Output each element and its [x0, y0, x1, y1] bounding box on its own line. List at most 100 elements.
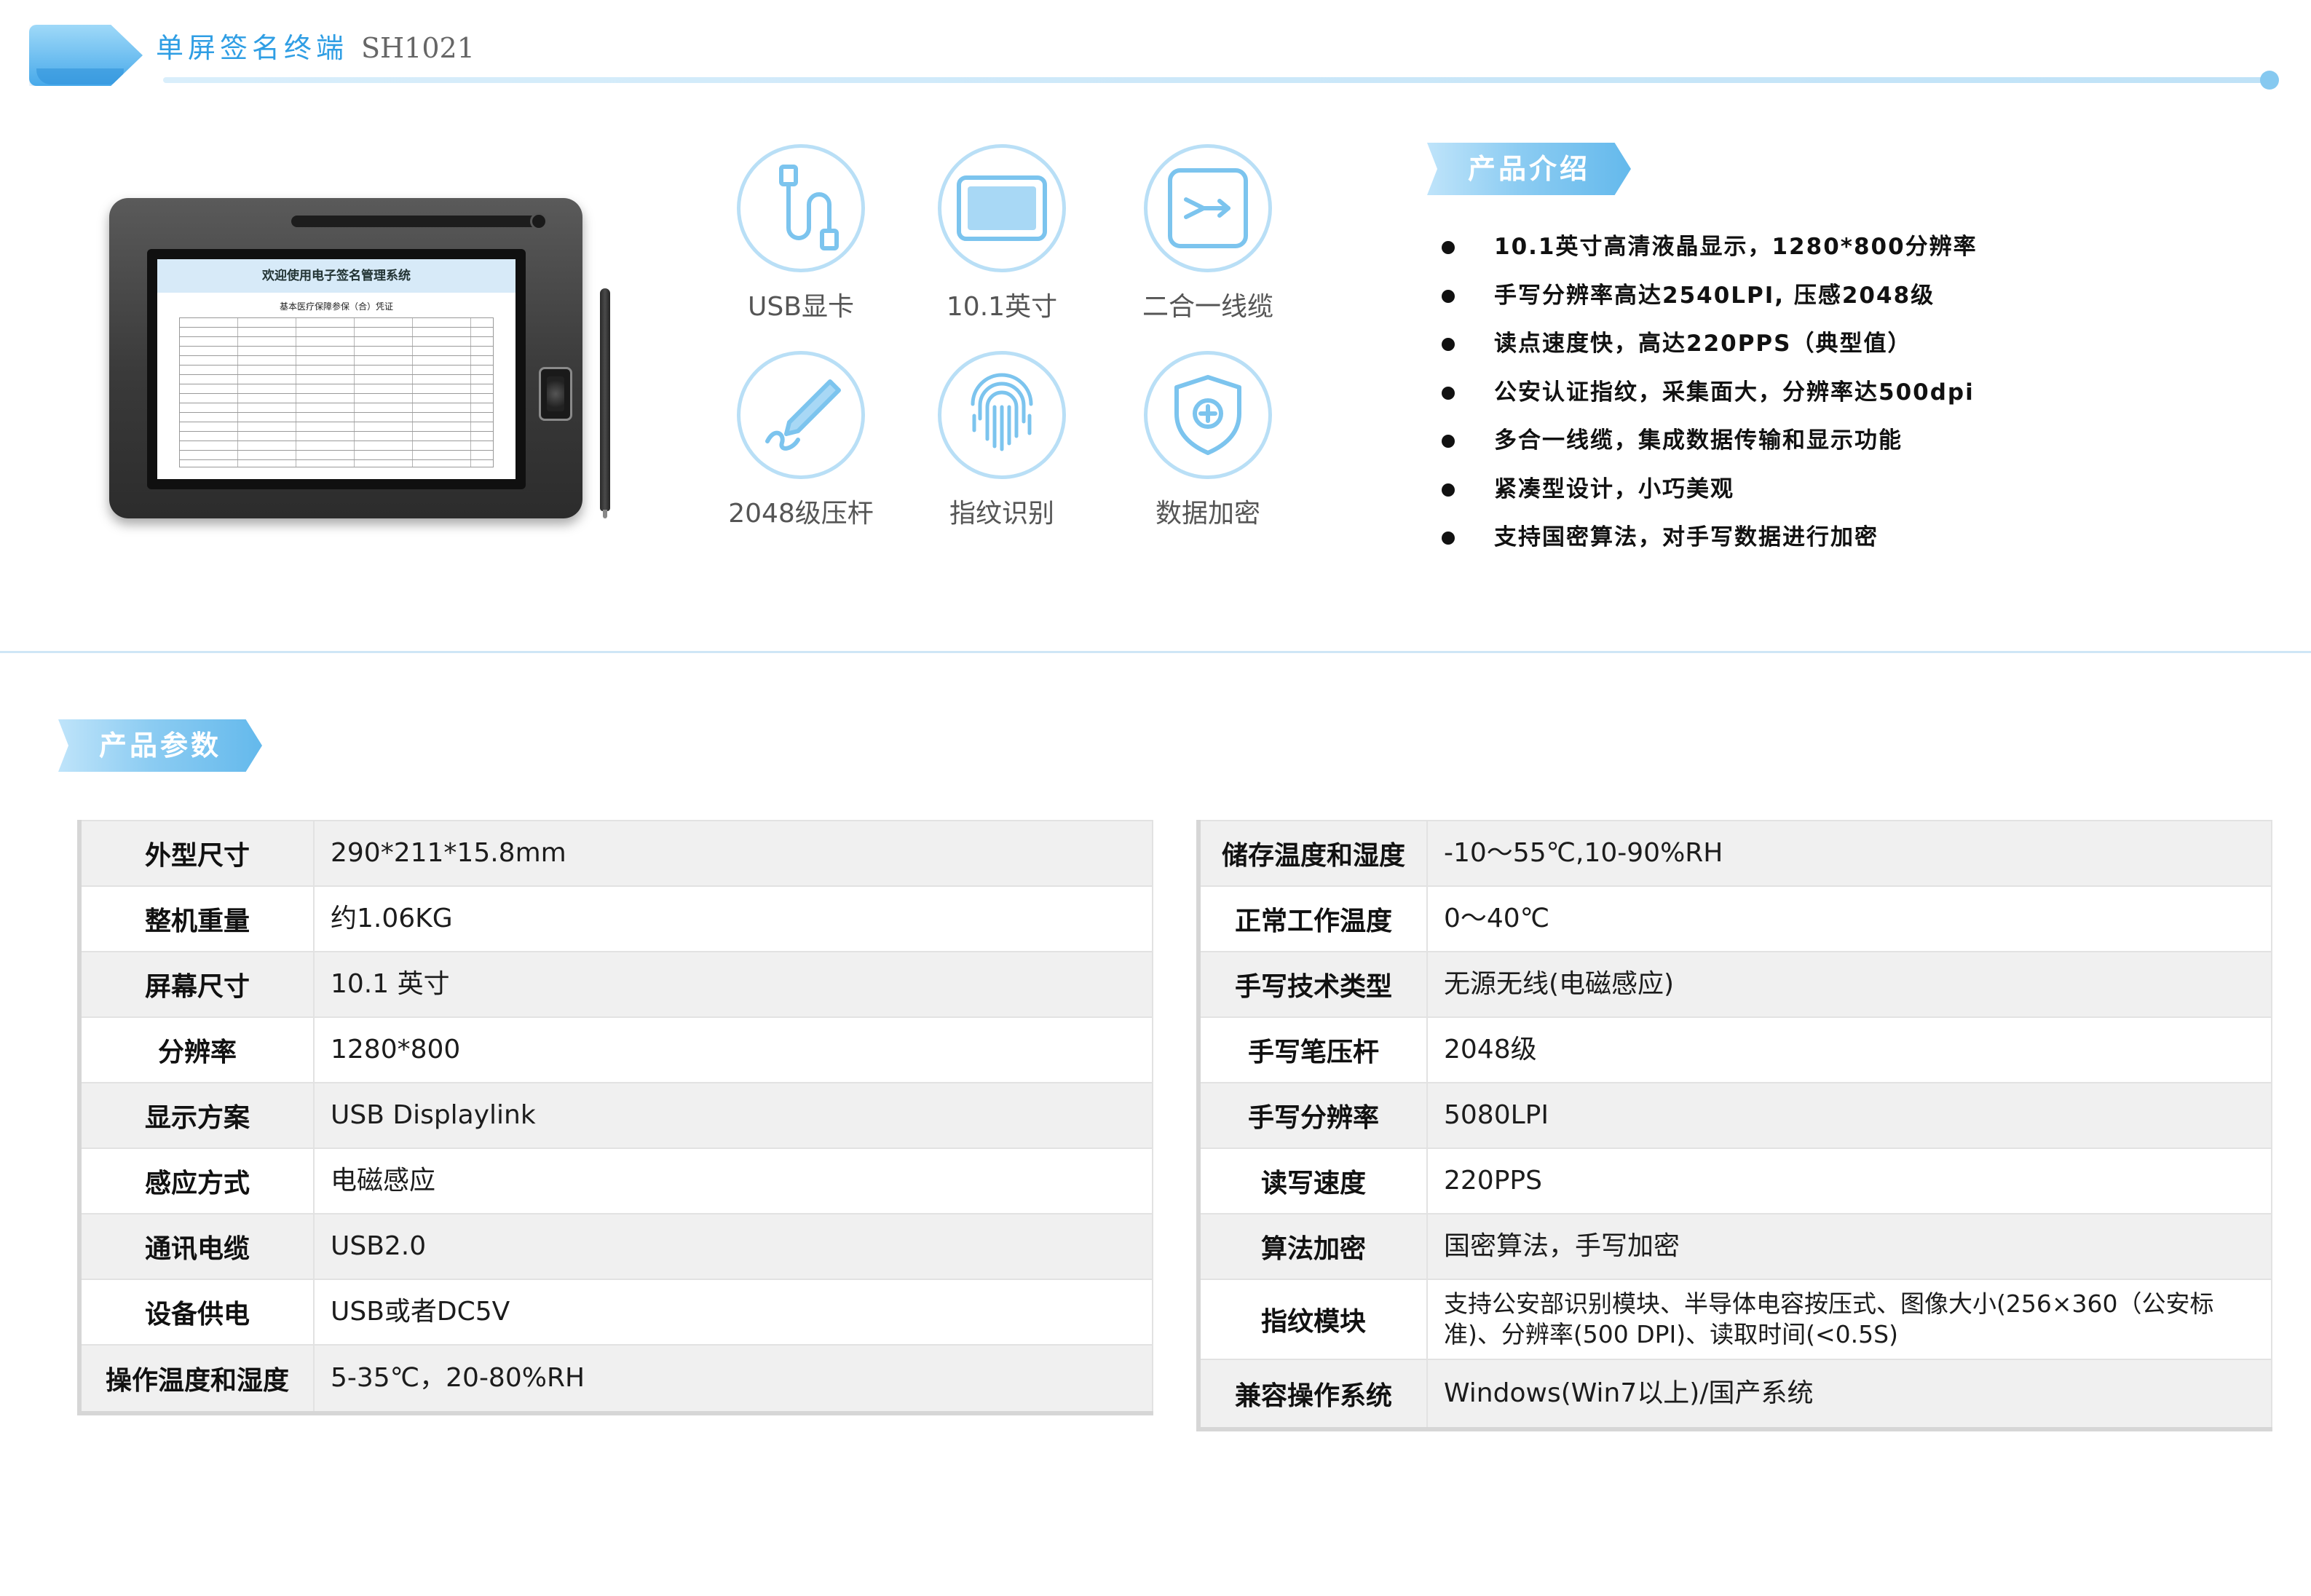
- feature-encryption: 数据加密: [1113, 351, 1303, 530]
- param-value: USB Displaylink: [313, 1082, 1153, 1149]
- intro-item: 公安认证指纹，采集面大，分辨率达500dpi: [1439, 368, 2167, 417]
- table-row: 算法加密 国密算法，手写加密: [1198, 1213, 2272, 1280]
- param-key: 感应方式: [79, 1147, 315, 1214]
- device-image: 欢迎使用电子签名管理系统 基本医疗保障参保（合）凭证: [109, 198, 582, 518]
- param-key: 手写笔压杆: [1198, 1016, 1428, 1083]
- feature-circle: [938, 144, 1066, 272]
- param-value: 支持公安部识别模块、半导体电容按压式、图像大小(256×360（公安标准)、分辨…: [1426, 1279, 2272, 1360]
- param-key: 算法加密: [1198, 1213, 1428, 1280]
- feature-circle: [1144, 144, 1272, 272]
- intro-item: 紧凑型设计，小巧美观: [1439, 465, 2167, 514]
- intro-heading: 产品介绍: [1427, 143, 1631, 195]
- pen-pressure-icon: [765, 379, 841, 451]
- table-row: 手写笔压杆 2048级: [1198, 1016, 2272, 1083]
- table-row: 感应方式 电磁感应: [79, 1147, 1153, 1214]
- feature-circle: [737, 351, 865, 479]
- fingerprint-icon: [971, 373, 1033, 451]
- param-key: 设备供电: [79, 1279, 315, 1346]
- param-key: 读写速度: [1198, 1147, 1428, 1214]
- param-value: 220PPS: [1426, 1147, 2272, 1214]
- feature-label: 二合一线缆: [1142, 292, 1273, 322]
- feature-screen: 10.1英寸: [907, 144, 1097, 323]
- screen-form-grid: [179, 317, 494, 467]
- header-rule-dot: [2260, 71, 2279, 90]
- table-row: 通讯电缆 USB2.0: [79, 1213, 1153, 1280]
- param-key: 分辨率: [79, 1016, 315, 1083]
- page-title: 单屏签名终端: [156, 32, 349, 64]
- intro-item: 读点速度快，高达220PPS（典型值）: [1439, 320, 2167, 368]
- params-heading: 产品参数: [58, 719, 262, 772]
- intro-item: 多合一线缆，集成数据传输和显示功能: [1439, 416, 2167, 465]
- intro-list: 10.1英寸高清液晶显示，1280*800分辨率 手写分辨率高达2540LPI,…: [1439, 223, 2167, 562]
- screen-subheading: 基本医疗保障参保（合）凭证: [279, 301, 393, 312]
- table-row: 整机重量 约1.06KG: [79, 885, 1153, 952]
- table-row: 正常工作温度 0～40℃: [1198, 885, 2272, 952]
- feature-circle: [1144, 351, 1272, 479]
- param-value: 0～40℃: [1426, 885, 2272, 952]
- merge-cable-icon: [1168, 168, 1248, 248]
- pen-slot: [291, 216, 539, 227]
- param-key: 外型尺寸: [79, 820, 315, 887]
- table-row: 设备供电 USB或者DC5V: [79, 1279, 1153, 1346]
- param-key: 指纹模块: [1198, 1279, 1428, 1360]
- feature-label: 2048级压杆: [728, 499, 874, 529]
- params-table-right: 储存温度和湿度 -10～55℃,10-90%RH 正常工作温度 0～40℃ 手写技术…: [1196, 820, 2272, 1431]
- param-value: -10～55℃,10-90%RH: [1426, 820, 2272, 887]
- param-value: 5080LPI: [1426, 1082, 2272, 1149]
- table-row: 兼容操作系统 Windows(Win7以上)/国产系统: [1198, 1359, 2272, 1430]
- param-key: 操作温度和湿度: [79, 1344, 315, 1414]
- feature-circle: [938, 351, 1066, 479]
- param-key: 整机重量: [79, 885, 315, 952]
- usb-cable-icon: [779, 165, 839, 250]
- param-key: 正常工作温度: [1198, 885, 1428, 952]
- table-row: 储存温度和湿度 -10～55℃,10-90%RH: [1198, 820, 2272, 887]
- feature-label: 10.1英寸: [946, 292, 1058, 322]
- table-row: 手写技术类型 无源无线(电磁感应): [1198, 951, 2272, 1018]
- model-number: SH1021: [361, 32, 475, 64]
- pen-slot-end: [530, 213, 548, 230]
- param-key: 手写技术类型: [1198, 951, 1428, 1018]
- intro-item: 支持国密算法，对手写数据进行加密: [1439, 513, 2167, 562]
- feature-fingerprint: 指纹识别: [907, 351, 1097, 530]
- param-value: 290*211*15.8mm: [313, 820, 1153, 887]
- screen-document: 欢迎使用电子签名管理系统 基本医疗保障参保（合）凭证: [157, 259, 515, 479]
- header-tab-decoration: [29, 25, 143, 86]
- table-row: 读写速度 220PPS: [1198, 1147, 2272, 1214]
- device-screen: 欢迎使用电子签名管理系统 基本医疗保障参保（合）凭证: [147, 249, 526, 489]
- table-row: 操作温度和湿度 5-35℃，20-80%RH: [79, 1344, 1153, 1414]
- feature-cable: 二合一线缆: [1113, 144, 1303, 323]
- param-value: USB或者DC5V: [313, 1279, 1153, 1346]
- param-value: 1280*800: [313, 1016, 1153, 1083]
- param-key: 屏幕尺寸: [79, 951, 315, 1018]
- param-key: 兼容操作系统: [1198, 1359, 1428, 1430]
- param-value: Windows(Win7以上)/国产系统: [1426, 1359, 2272, 1430]
- feature-label: 数据加密: [1155, 499, 1260, 529]
- feature-label: 指纹识别: [949, 499, 1054, 529]
- shield-icon: [1174, 375, 1241, 455]
- param-key: 通讯电缆: [79, 1213, 315, 1280]
- param-key: 手写分辨率: [1198, 1082, 1428, 1149]
- param-value: 电磁感应: [313, 1147, 1153, 1214]
- table-row: 分辨率 1280*800: [79, 1016, 1153, 1083]
- header-rule: [163, 77, 2270, 83]
- feature-pen: 2048级压杆: [706, 351, 896, 530]
- stylus-pen: [600, 288, 610, 518]
- fingerprint-sensor: [539, 367, 572, 421]
- param-value: 国密算法，手写加密: [1426, 1213, 2272, 1280]
- param-value: 2048级: [1426, 1016, 2272, 1083]
- screen-heading: 欢迎使用电子签名管理系统: [157, 259, 515, 293]
- param-value: 无源无线(电磁感应): [1426, 951, 2272, 1018]
- section-divider: [0, 651, 2311, 653]
- feature-usb: USB显卡: [706, 144, 896, 323]
- feature-label: USB显卡: [748, 292, 854, 322]
- param-key: 显示方案: [79, 1082, 315, 1149]
- table-row: 指纹模块 支持公安部识别模块、半导体电容按压式、图像大小(256×360（公安标准…: [1198, 1279, 2272, 1360]
- intro-item: 手写分辨率高达2540LPI, 压感2048级: [1439, 272, 2167, 320]
- param-value: USB2.0: [313, 1213, 1153, 1280]
- param-value: 5-35℃，20-80%RH: [313, 1344, 1153, 1414]
- param-key: 储存温度和湿度: [1198, 820, 1428, 887]
- intro-item: 10.1英寸高清液晶显示，1280*800分辨率: [1439, 223, 2167, 272]
- screen-icon: [957, 175, 1047, 241]
- param-value: 约1.06KG: [313, 885, 1153, 952]
- params-table-left: 外型尺寸 290*211*15.8mm 整机重量 约1.06KG 屏幕尺寸 10.1 …: [77, 820, 1153, 1415]
